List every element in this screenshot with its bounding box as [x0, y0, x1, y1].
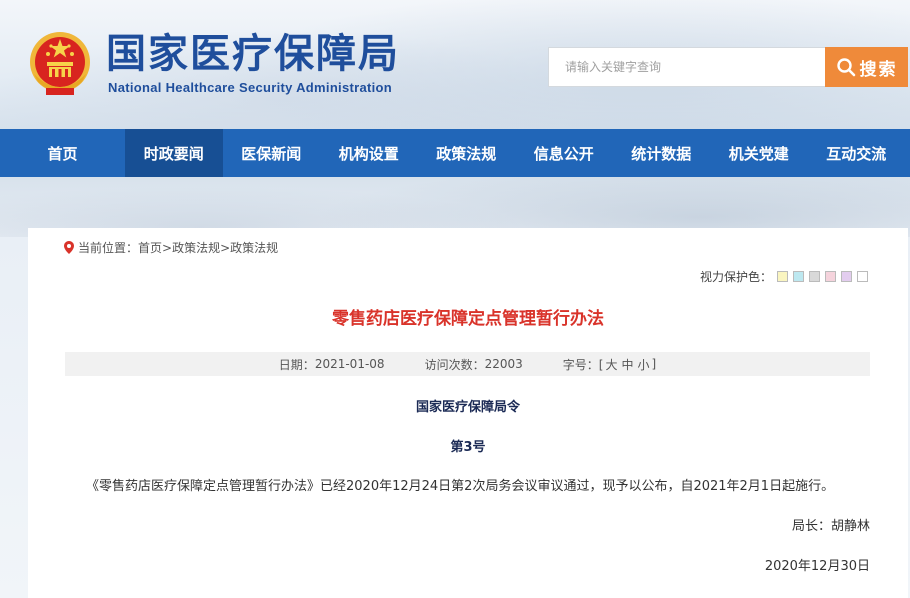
search-icon: [836, 58, 855, 77]
breadcrumb-prefix: 当前位置：: [78, 241, 139, 255]
nav-item-policies[interactable]: 政策法规: [418, 129, 516, 177]
nav-item-current-affairs[interactable]: 时政要闻: [125, 129, 223, 177]
nav-item-home[interactable]: 首页: [0, 129, 125, 177]
article-panel: 当前位置： 首页>政策法规>政策法规 视力保护色： 零售药店医疗保障定点管理暂行…: [28, 228, 908, 598]
eye-care-swatch-white[interactable]: [857, 271, 868, 282]
nav-item-interaction[interactable]: 互动交流: [808, 129, 906, 177]
font-size-medium[interactable]: 中: [619, 356, 635, 373]
article-sign-date: 2020年12月30日: [764, 559, 870, 574]
location-pin-icon: [64, 241, 74, 254]
main-nav: 首页 时政要闻 医保新闻 机构设置 政策法规 信息公开 统计数据 机关党建 互动…: [0, 129, 910, 177]
eye-care-swatch-blue[interactable]: [793, 271, 804, 282]
breadcrumb-path[interactable]: 首页>政策法规>政策法规: [138, 239, 278, 256]
font-size-small[interactable]: 小: [635, 356, 651, 373]
publish-date: 2021-01-08: [314, 357, 385, 371]
eye-care-label: 视力保护色：: [699, 270, 772, 284]
nav-item-healthcare-news[interactable]: 医保新闻: [223, 129, 321, 177]
nav-item-party-building[interactable]: 机关党建: [710, 129, 808, 177]
site-title: 国家医疗保障局: [106, 30, 400, 77]
site-title-english: National Healthcare Security Administrat…: [108, 80, 393, 95]
search-button-label: 搜索: [859, 59, 898, 80]
eye-care-swatch-purple[interactable]: [841, 271, 852, 282]
nav-item-organization[interactable]: 机构设置: [320, 129, 418, 177]
decree-organization: 国家医疗保障局令: [415, 400, 520, 415]
nav-item-public-info[interactable]: 信息公开: [515, 129, 613, 177]
national-emblem-icon: [30, 32, 90, 95]
eye-care-color-picker: 视力保护色：: [700, 268, 868, 285]
article-signer: 局长：胡静林: [791, 519, 870, 534]
article-body: 《零售药店医疗保障定点管理暂行办法》已经2020年12月24日第2次局务会议审议…: [86, 479, 835, 494]
eye-care-swatch-pink[interactable]: [825, 271, 836, 282]
font-size-label: 字号：[: [562, 357, 604, 372]
article-meta: 日期： 2021-01-08 访问次数： 22003 字号：[ 大 中 小 ]: [65, 352, 870, 376]
date-label: 日期：: [278, 357, 315, 372]
search-button[interactable]: 搜索: [825, 47, 908, 87]
search-input[interactable]: [548, 47, 826, 87]
eye-care-swatch-gray[interactable]: [809, 271, 820, 282]
article-title: 零售药店医疗保障定点管理暂行办法: [332, 309, 604, 329]
breadcrumb: 当前位置： 首页>政策法规>政策法规: [64, 239, 278, 256]
font-size-end: ]: [651, 357, 657, 371]
site-header: 国家医疗保障局 National Healthcare Security Adm…: [0, 0, 910, 129]
eye-care-swatch-yellow[interactable]: [777, 271, 788, 282]
decree-number: 第3号: [450, 440, 486, 455]
visit-count: 22003: [484, 357, 523, 371]
visits-label: 访问次数：: [424, 357, 485, 372]
font-size-large[interactable]: 大: [603, 356, 619, 373]
nav-item-statistics[interactable]: 统计数据: [613, 129, 711, 177]
